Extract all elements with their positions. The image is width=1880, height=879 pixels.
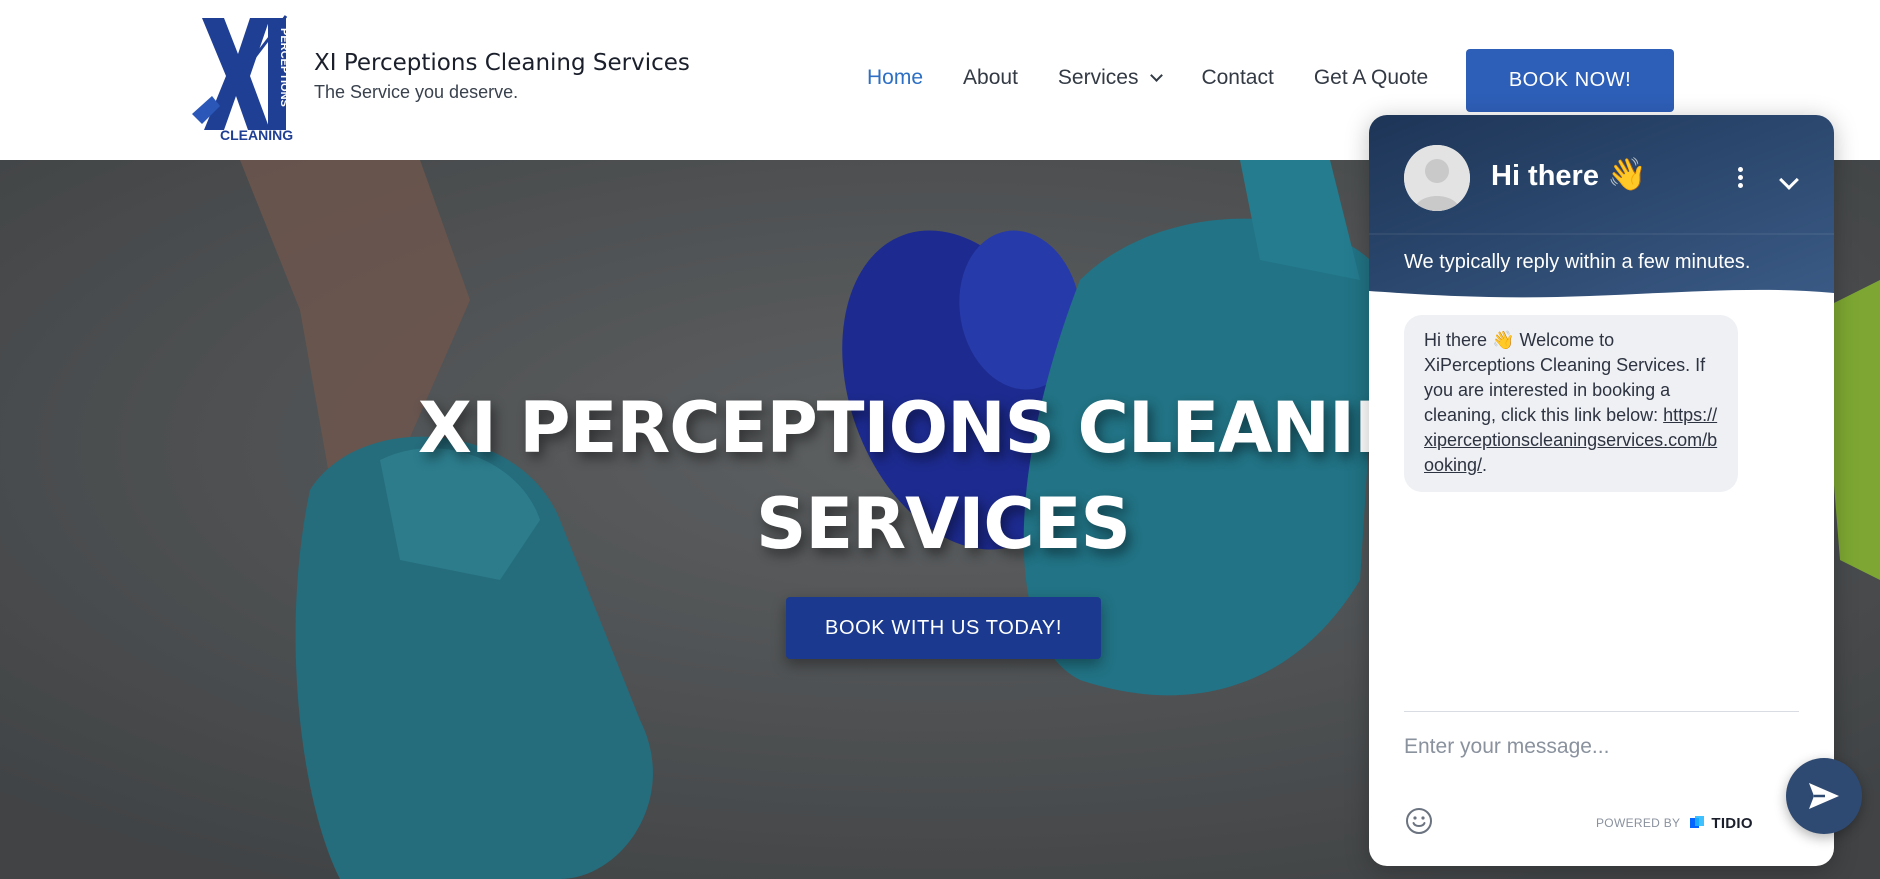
- reply-time-text: We typically reply within a few minutes.: [1404, 251, 1751, 273]
- tidio-brand: TIDIO: [1688, 814, 1753, 832]
- nav-about[interactable]: About: [963, 66, 1018, 90]
- book-with-us-button[interactable]: BOOK WITH US TODAY!: [786, 597, 1101, 659]
- site-tagline: The Service you deserve.: [314, 82, 519, 102]
- more-options-icon[interactable]: [1732, 167, 1748, 195]
- nav-get-a-quote[interactable]: Get A Quote: [1314, 66, 1428, 90]
- svg-text:PERCEPTIONS: PERCEPTIONS: [278, 28, 290, 107]
- emoji-icon[interactable]: [1405, 807, 1433, 835]
- send-message-button[interactable]: [1786, 758, 1862, 834]
- chat-title: Hi there 👋: [1491, 155, 1647, 193]
- tidio-logo-icon: [1690, 816, 1705, 828]
- waving-hand-icon: 👋: [1492, 330, 1515, 350]
- chat-title-text: Hi there: [1491, 160, 1599, 192]
- nav-services-label: Services: [1057, 66, 1139, 89]
- agent-avatar: [1404, 145, 1470, 211]
- chevron-down-icon: [1150, 69, 1164, 82]
- xi-perceptions-logo[interactable]: PERCEPTIONS CLEANING: [190, 14, 294, 143]
- brand-block: XI Perceptions Cleaning Services The Ser…: [314, 50, 690, 103]
- main-nav: Home About Services Contact Get A Quote: [867, 66, 1428, 90]
- message-suffix: .: [1482, 455, 1488, 475]
- nav-services[interactable]: Services: [1057, 66, 1164, 90]
- site-title[interactable]: XI Perceptions Cleaning Services: [314, 50, 690, 76]
- message-input[interactable]: [1404, 727, 1724, 767]
- powered-by[interactable]: POWERED BY TIDIO: [1596, 814, 1753, 832]
- powered-by-text: POWERED BY: [1596, 816, 1681, 830]
- nav-home[interactable]: Home: [867, 66, 923, 90]
- chat-widget: Hi there 👋 We typically reply within a f…: [1369, 115, 1834, 866]
- svg-text:CLEANING: CLEANING: [220, 127, 293, 142]
- chat-header: Hi there 👋 We typically reply within a f…: [1369, 115, 1834, 305]
- message-greeting: Hi there: [1424, 330, 1488, 350]
- chat-message-bubble: Hi there 👋 Welcome to XiPerceptions Clea…: [1404, 315, 1738, 492]
- waving-hand-icon: 👋: [1607, 156, 1647, 192]
- send-icon: [1809, 783, 1839, 809]
- tidio-label: TIDIO: [1711, 814, 1753, 832]
- input-divider: [1404, 711, 1799, 712]
- nav-contact[interactable]: Contact: [1201, 66, 1273, 90]
- book-now-button[interactable]: BOOK NOW!: [1466, 49, 1674, 112]
